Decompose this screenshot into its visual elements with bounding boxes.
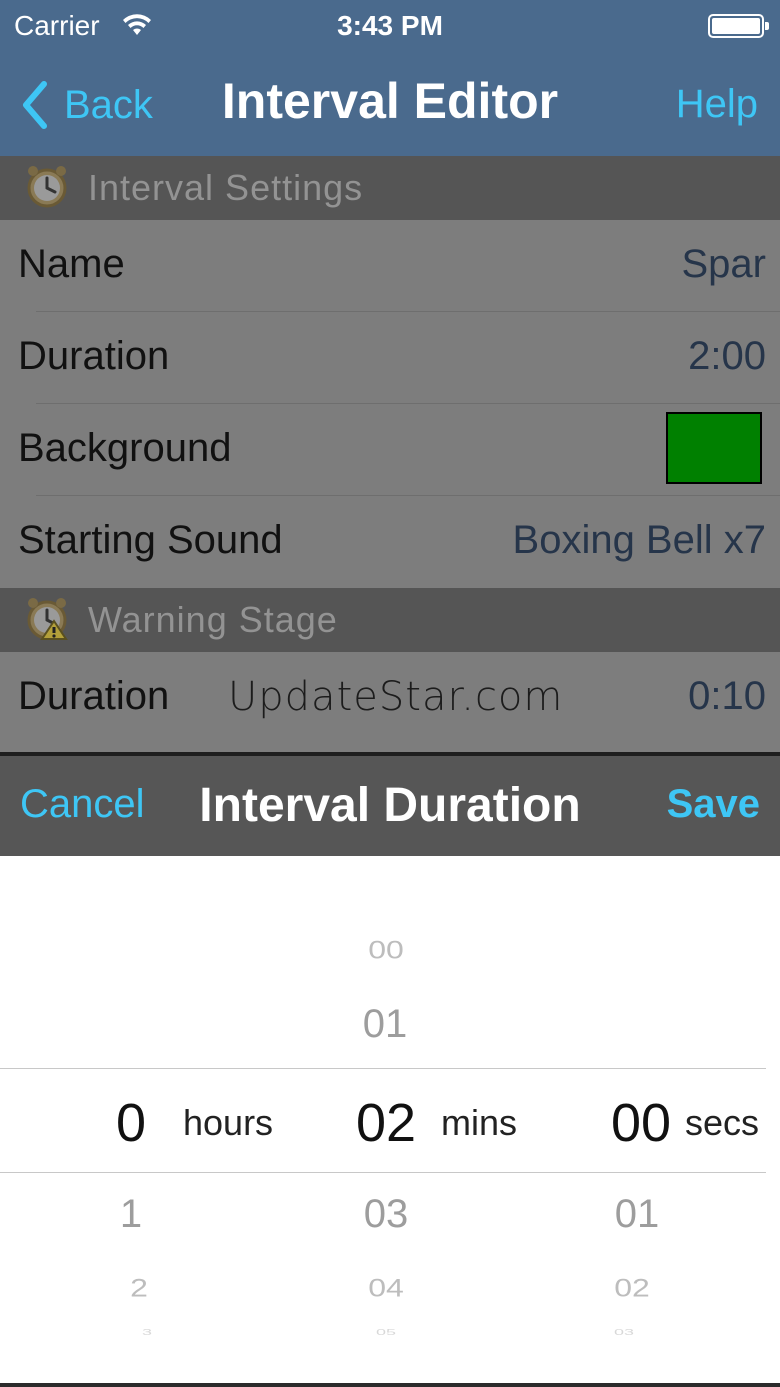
- row-label: Background: [18, 426, 232, 470]
- row-label: Starting Sound: [18, 518, 283, 562]
- settings-list: Interval Settings Name Spar Duration 2:0…: [0, 156, 780, 752]
- hours-option[interactable]: 3: [116, 1328, 178, 1337]
- picker-toolbar: Cancel Interval Duration Save: [0, 756, 780, 856]
- row-label: Duration: [18, 674, 170, 718]
- hours-option[interactable]: 2: [108, 1274, 170, 1303]
- row-label: Duration: [18, 334, 170, 378]
- row-duration[interactable]: Duration 2:00: [0, 312, 780, 404]
- background-color-swatch[interactable]: [666, 412, 762, 484]
- seconds-unit-label: secs: [685, 1102, 760, 1143]
- row-background[interactable]: Background: [0, 404, 780, 496]
- bottom-edge: [0, 1383, 780, 1387]
- row-warning-duration[interactable]: Duration UpdateStar.com 0:10: [0, 652, 780, 744]
- minutes-selected: 02: [355, 1093, 417, 1153]
- hours-selected: 0: [115, 1093, 147, 1153]
- row-value: Spar: [681, 242, 767, 286]
- row-label: Name: [18, 242, 125, 286]
- section-header-interval-settings: Interval Settings: [0, 156, 780, 220]
- save-button[interactable]: Save: [667, 782, 760, 827]
- minutes-option[interactable]: 04: [345, 1274, 427, 1303]
- section-header-warning-stage: Warning Stage: [0, 588, 780, 652]
- minutes-option[interactable]: 03: [345, 1192, 427, 1237]
- seconds-selected: 00: [610, 1093, 672, 1153]
- hours-option[interactable]: 1: [100, 1192, 162, 1237]
- alarm-clock-icon: [24, 163, 70, 214]
- help-button[interactable]: Help: [676, 82, 758, 127]
- page-title: Interval Editor: [221, 73, 559, 129]
- navigation-bar: Carrier 3:43 PM Back Interval Editor Hel…: [0, 0, 780, 156]
- row-name[interactable]: Name Spar: [0, 220, 780, 312]
- row-starting-sound[interactable]: Starting Sound Boxing Bell x7: [0, 496, 780, 588]
- section-header-label: Interval Settings: [88, 167, 364, 208]
- selection-line-bottom: [0, 1172, 766, 1173]
- watermark-text: UpdateStar.com: [228, 674, 564, 720]
- warning-clock-icon: [24, 595, 70, 646]
- seconds-option[interactable]: 02: [591, 1274, 673, 1303]
- minutes-option[interactable]: 05: [345, 1328, 427, 1337]
- picker-title: Interval Duration: [199, 779, 581, 832]
- duration-picker[interactable]: 0 hours 1 2 3 00 01 02 mins 03 04 05 00 …: [0, 856, 780, 1387]
- section-header-label: Warning Stage: [88, 599, 338, 640]
- hours-unit-label: hours: [183, 1102, 274, 1143]
- status-bar: Carrier 3:43 PM: [0, 0, 780, 54]
- row-value: Boxing Bell x7: [512, 518, 766, 562]
- row-value: 2:00: [688, 334, 766, 378]
- battery-icon: [708, 14, 769, 38]
- row-value: 0:10: [688, 674, 766, 718]
- seconds-option[interactable]: 01: [596, 1192, 678, 1237]
- selection-line-top: [0, 1068, 766, 1069]
- minutes-option[interactable]: 00: [345, 936, 427, 965]
- seconds-option[interactable]: 03: [583, 1328, 665, 1337]
- minutes-unit-label: mins: [441, 1102, 518, 1143]
- status-time: 3:43 PM: [337, 10, 443, 41]
- minutes-option[interactable]: 01: [345, 1002, 425, 1047]
